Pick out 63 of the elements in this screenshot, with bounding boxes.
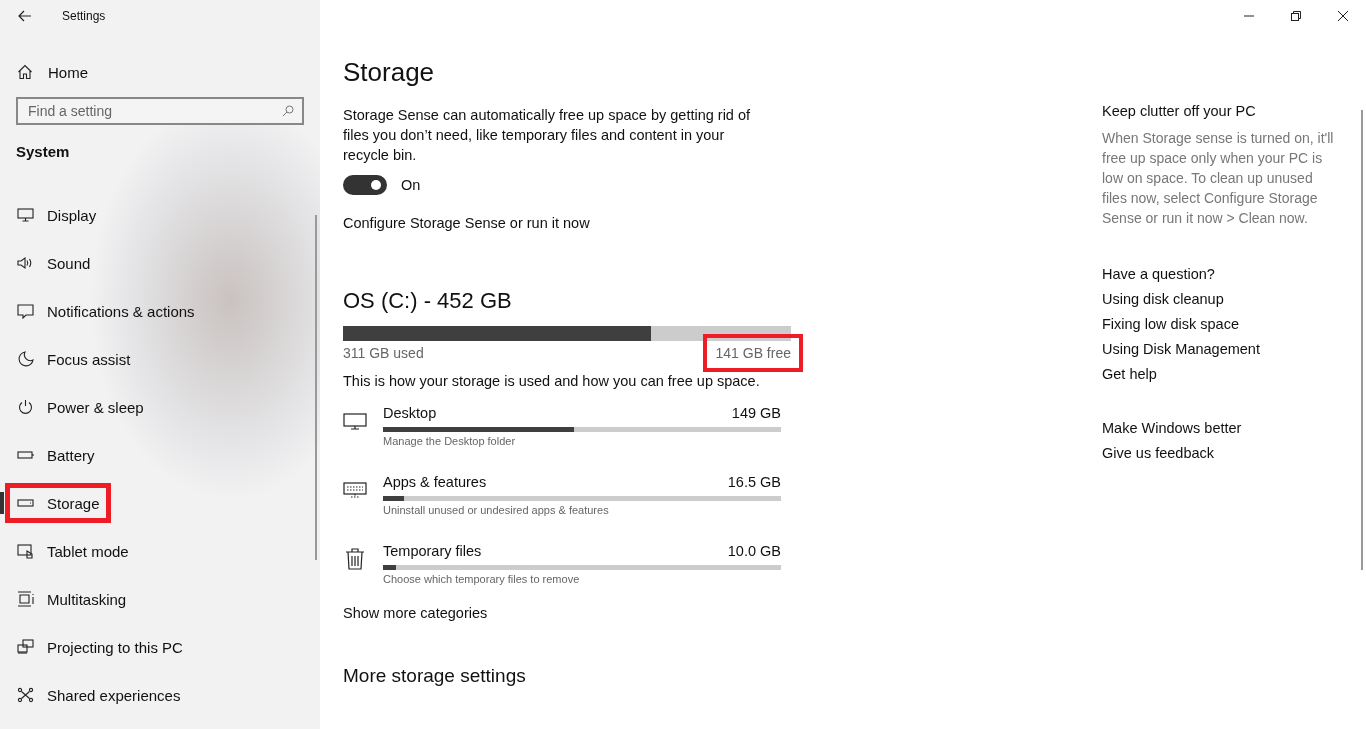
window-title: Settings (62, 9, 106, 23)
scrollbar[interactable] (315, 215, 317, 560)
category-name: Desktop (383, 405, 437, 421)
nav-item[interactable]: Multitasking (0, 575, 320, 623)
nav-item[interactable]: Focus assist (0, 335, 320, 383)
scrollbar[interactable] (1361, 110, 1363, 570)
category-subtitle: Manage the Desktop folder (383, 435, 517, 447)
nav-item[interactable]: Sound (0, 239, 320, 287)
page-title: Storage (343, 57, 436, 88)
show-more-link[interactable]: Show more categories (343, 605, 1080, 621)
network-icon (17, 687, 35, 703)
window-icon (17, 591, 35, 607)
nav-item[interactable]: Display (0, 191, 320, 239)
toggle-switch[interactable] (343, 175, 387, 195)
nav-item[interactable]: Shared experiences (0, 671, 320, 719)
tablet-icon (17, 543, 35, 559)
aside-text: When Storage sense is turned on, it'll free up space only when your PC is low on space. To clean up unused files now, select Configure Storage Sense or run it now > Clean now. (1102, 129, 1334, 228)
aside-heading: Have a question? (1102, 266, 1216, 282)
category-subtitle: Uninstall unused or undesired apps & features (383, 504, 610, 516)
monitor-icon (17, 207, 35, 223)
category-subtitle: Choose which temporary files to remove (383, 573, 581, 585)
trash-icon (343, 547, 367, 571)
close-icon[interactable] (1337, 10, 1349, 22)
nav-item[interactable]: Tablet mode (0, 527, 320, 575)
help-link[interactable]: Give us feedback (1102, 445, 1362, 461)
free-label: 141 GB free (715, 345, 791, 361)
nav-item[interactable]: Battery (0, 431, 320, 479)
category-size: 10.0 GB (727, 543, 781, 559)
nav-item[interactable]: Power & sleep (0, 383, 320, 431)
category-name: Apps & features (383, 474, 487, 490)
used-label: 311 GB used (343, 345, 424, 361)
category-size: 149 GB (731, 405, 781, 421)
moon-icon (17, 351, 35, 367)
storage-category[interactable]: Temporary files 10.0 GB Choose which temporary files to remove (343, 543, 781, 596)
nav-item[interactable]: Storage (0, 479, 320, 527)
help-link[interactable]: Using disk cleanup (1102, 291, 1362, 307)
search-icon (282, 105, 294, 117)
aside-heading: Keep clutter off your PC (1102, 103, 1257, 119)
help-link[interactable]: Get help (1102, 366, 1362, 382)
toggle-label: On (401, 177, 421, 193)
screens-icon (17, 639, 35, 655)
drive-title: OS (C:) - 452 GB (343, 288, 513, 312)
nav-item[interactable]: Notifications & actions (0, 287, 320, 335)
speech-bubble-icon (17, 303, 35, 319)
restore-icon[interactable] (1290, 10, 1302, 22)
help-link[interactable]: Fixing low disk space (1102, 316, 1362, 332)
nav-item[interactable]: Projecting to this PC (0, 623, 320, 671)
configure-link[interactable]: Configure Storage Sense or run it now (343, 215, 1080, 231)
category-size: 16.5 GB (727, 474, 781, 490)
home-icon (17, 64, 33, 80)
description-text: Storage Sense can automatically free up space by getting rid of files you don’t need, like temporary files and content in your recycle bin. (343, 106, 752, 165)
usage-text: This is how your storage is used and how you can free up space. (343, 373, 761, 389)
storage-category[interactable]: Apps & features 16.5 GB Uninstall unused or undesired apps & features (343, 474, 781, 527)
category-name: Temporary files (383, 543, 482, 559)
home-nav-item[interactable]: Home (17, 57, 320, 87)
search-field[interactable]: Find a setting (16, 97, 304, 125)
back-icon[interactable] (18, 10, 32, 22)
help-link[interactable]: Using Disk Management (1102, 341, 1362, 357)
storage-category[interactable]: Desktop 149 GB Manage the Desktop folder (343, 405, 781, 458)
power-icon (17, 399, 35, 415)
section-heading: System (16, 143, 71, 162)
aside-heading: Make Windows better (1102, 420, 1243, 436)
section-heading: More storage settings (343, 665, 527, 687)
